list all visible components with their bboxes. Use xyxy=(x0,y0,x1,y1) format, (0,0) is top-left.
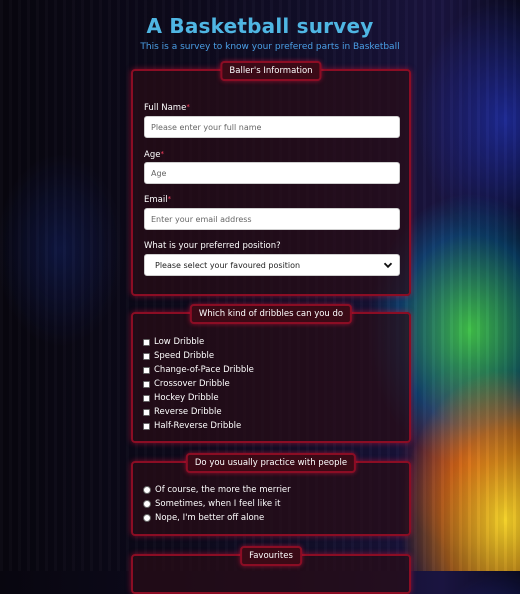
checkbox[interactable] xyxy=(143,408,150,416)
required-marker: * xyxy=(167,195,172,203)
favourites-section: Favourites xyxy=(131,546,411,594)
required-marker: * xyxy=(160,150,164,158)
position-select-value: Please select your favoured position xyxy=(155,260,301,270)
email-label: Email* xyxy=(144,195,172,205)
practice-option[interactable]: Sometimes, when I feel like it xyxy=(143,499,281,509)
chevron-down-icon xyxy=(383,262,393,269)
radio-button[interactable] xyxy=(143,500,151,508)
checkbox[interactable] xyxy=(143,366,150,374)
practice-option[interactable]: Of course, the more the merrier xyxy=(143,485,291,495)
checkbox[interactable] xyxy=(143,338,150,346)
radio-button[interactable] xyxy=(143,514,151,522)
page-subtitle: This is a survey to know your prefered p… xyxy=(140,42,400,52)
checkbox[interactable] xyxy=(143,394,150,402)
dribble-option[interactable]: Crossover Dribble xyxy=(143,379,230,389)
dribble-option[interactable]: Low Dribble xyxy=(143,337,204,347)
dribble-option[interactable]: Change-of-Pace Dribble xyxy=(143,365,254,375)
section-legend: Baller's Information xyxy=(220,61,322,81)
dribble-option[interactable]: Speed Dribble xyxy=(143,351,214,361)
age-input[interactable] xyxy=(144,162,400,184)
position-label: What is your preferred position? xyxy=(144,241,281,251)
checkbox[interactable] xyxy=(143,352,150,360)
page-title: A Basketball survey xyxy=(146,14,374,38)
radio-button[interactable] xyxy=(143,486,151,494)
dribble-option[interactable]: Half-Reverse Dribble xyxy=(143,421,241,431)
full-name-input[interactable] xyxy=(144,116,400,138)
practice-option[interactable]: Nope, I'm better off alone xyxy=(143,513,264,523)
section-legend: Do you usually practice with people xyxy=(185,453,357,473)
position-select[interactable]: Please select your favoured position xyxy=(144,254,400,276)
checkbox[interactable] xyxy=(143,422,150,430)
dribbles-section: Which kind of dribbles can you do Low Dr… xyxy=(131,304,411,443)
full-name-label: Full Name* xyxy=(144,103,190,113)
age-label: Age* xyxy=(144,150,164,160)
required-marker: * xyxy=(186,103,190,111)
checkbox[interactable] xyxy=(143,380,150,388)
dribble-option[interactable]: Reverse Dribble xyxy=(143,407,222,417)
section-legend: Favourites xyxy=(240,546,302,566)
ballers-information-section: Baller's Information Full Name* Age* Ema… xyxy=(131,61,411,296)
section-legend: Which kind of dribbles can you do xyxy=(189,304,353,324)
email-input[interactable] xyxy=(144,208,400,230)
practice-section: Do you usually practice with people Of c… xyxy=(131,453,411,536)
dribble-option[interactable]: Hockey Dribble xyxy=(143,393,219,403)
